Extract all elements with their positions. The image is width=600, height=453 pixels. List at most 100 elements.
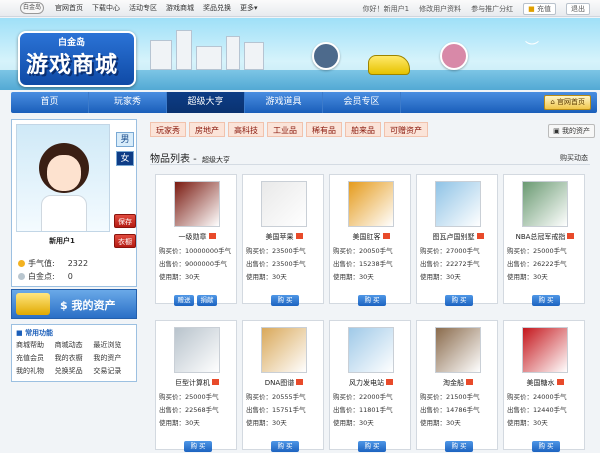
nav-game-items[interactable]: 游戏道具 bbox=[245, 92, 323, 113]
buy-button[interactable]: 购 买 bbox=[184, 441, 212, 452]
product-name[interactable]: NBA总冠军戒指 bbox=[504, 232, 586, 242]
product-name-text: NBA总冠军戒指 bbox=[515, 233, 566, 241]
product-card[interactable]: 美国苹果 购买价：23500手气 出售价：23500手气 使用期：30天购 买 bbox=[242, 174, 325, 306]
recharge-button[interactable]: ■ 充值 bbox=[523, 3, 556, 15]
product-image[interactable] bbox=[174, 327, 220, 373]
my-assets-button[interactable]: ▣ 我的资产 bbox=[548, 124, 595, 138]
topnav-events[interactable]: 活动专区 bbox=[129, 3, 157, 13]
product-name[interactable]: 美国肛客 bbox=[330, 232, 412, 242]
list-subtitle: 超级大亨 bbox=[201, 156, 230, 164]
product-name[interactable]: 美国苹果 bbox=[243, 232, 325, 242]
product-name[interactable]: DNA图谱 bbox=[243, 378, 325, 388]
sex-female-button[interactable]: 女 bbox=[116, 151, 134, 166]
mall-logo[interactable]: 白金岛 游戏商城 bbox=[18, 31, 136, 87]
building-decoration bbox=[244, 42, 264, 70]
function-link[interactable]: 我的衣橱 bbox=[55, 353, 94, 363]
product-period-row: 使用期：30天 bbox=[420, 417, 461, 427]
product-image[interactable] bbox=[348, 327, 394, 373]
buy-button[interactable]: 购 买 bbox=[445, 295, 473, 306]
category-tab[interactable]: 舶来品 bbox=[345, 122, 381, 137]
category-tab[interactable]: 玩家秀 bbox=[150, 122, 186, 137]
product-card[interactable]: 风力发电站 购买价：22000手气 出售价：11801手气 使用期：30天购 买 bbox=[329, 320, 412, 452]
function-link[interactable]: 我的资产 bbox=[93, 353, 132, 363]
badge-icon bbox=[212, 379, 219, 385]
category-tab[interactable]: 房地产 bbox=[189, 122, 225, 137]
product-buy-value: 25000手气 bbox=[185, 393, 219, 401]
product-period-value: 30天 bbox=[533, 419, 548, 427]
product-card[interactable]: 一级勋章 购买价：10000000手气 出售价：9000000手气 使用期：30天 赠送… bbox=[155, 174, 238, 306]
function-link[interactable]: 商城帮助 bbox=[16, 340, 55, 350]
product-card[interactable]: 巨型计算机 购买价：25000手气 出售价：22568手气 使用期：30天购 买 bbox=[155, 320, 238, 452]
badge-icon bbox=[295, 233, 303, 239]
nav-home[interactable]: 首页 bbox=[11, 92, 89, 113]
edit-profile-link[interactable]: 修改用户资料 bbox=[419, 4, 461, 14]
product-image[interactable] bbox=[522, 327, 568, 373]
product-card[interactable]: 图瓦卢国别墅 购买价：27000手气 出售价：22272手气 使用期：30天购 买 bbox=[416, 174, 499, 306]
buy-button[interactable]: 购 买 bbox=[532, 441, 560, 452]
product-name[interactable]: 一级勋章 bbox=[156, 232, 238, 242]
product-sell-label: 出售价： bbox=[420, 406, 446, 414]
sex-male-button[interactable]: 男 bbox=[116, 132, 134, 147]
site-logo[interactable]: 白金岛 bbox=[20, 2, 44, 14]
product-image[interactable] bbox=[435, 181, 481, 227]
product-image[interactable] bbox=[348, 181, 394, 227]
topnav-more[interactable]: 更多▾ bbox=[240, 3, 258, 13]
purchase-dynamics-link[interactable]: 购买动态 bbox=[560, 153, 588, 163]
product-card[interactable]: 淘金船 购买价：21500手气 出售价：14786手气 使用期：30天购 买 bbox=[416, 320, 499, 452]
function-link[interactable]: 交易记录 bbox=[93, 366, 132, 376]
handgas-stat: 手气值: 2322 bbox=[18, 258, 88, 269]
function-link[interactable]: 充值会员 bbox=[16, 353, 55, 363]
product-card[interactable]: 美国糖水 购买价：24000手气 出售价：12440手气 使用期：30天购 买 bbox=[503, 320, 586, 452]
product-name[interactable]: 图瓦卢国别墅 bbox=[417, 232, 499, 242]
product-name[interactable]: 风力发电站 bbox=[330, 378, 412, 388]
topnav-home[interactable]: 官网首页 bbox=[55, 3, 83, 13]
my-assets-banner-button[interactable]: $ 我的资产 bbox=[11, 289, 137, 319]
main-nav: 首页 玩家秀 超级大亨 游戏道具 会员专区 ⌂ 官网首页 bbox=[11, 92, 597, 113]
save-button[interactable]: 保存 bbox=[114, 214, 136, 228]
wardrobe-button[interactable]: 衣橱 bbox=[114, 234, 136, 248]
product-card[interactable]: 美国肛客 购买价：20050手气 出售价：15238手气 使用期：30天购 买 bbox=[329, 174, 412, 306]
product-sell-label: 出售价： bbox=[507, 406, 533, 414]
category-tab[interactable]: 工业品 bbox=[267, 122, 303, 137]
topnav-prizes[interactable]: 奖品兑换 bbox=[203, 3, 231, 13]
product-image[interactable] bbox=[261, 181, 307, 227]
product-name[interactable]: 美国糖水 bbox=[504, 378, 586, 388]
nav-player-show[interactable]: 玩家秀 bbox=[89, 92, 167, 113]
product-image[interactable] bbox=[261, 327, 307, 373]
nav-vip-zone[interactable]: 会员专区 bbox=[323, 92, 401, 113]
function-link[interactable]: 我的礼物 bbox=[16, 366, 55, 376]
promote-link[interactable]: 参与推广分红 bbox=[471, 4, 513, 14]
product-buy-label: 购买价： bbox=[420, 247, 446, 255]
topnav-mall[interactable]: 游戏商城 bbox=[166, 3, 194, 13]
product-sell-row: 出售价：22272手气 bbox=[420, 258, 480, 268]
functions-panel: ■ 常用功能 商城帮助 商城动态 最近浏览 充值会员 我的衣橱 我的资产 我的礼… bbox=[11, 324, 137, 382]
buy-button[interactable]: 购 买 bbox=[358, 441, 386, 452]
buy-button[interactable]: 购 买 bbox=[271, 295, 299, 306]
function-link[interactable]: 最近浏览 bbox=[93, 340, 132, 350]
product-image[interactable] bbox=[435, 327, 481, 373]
topnav-download[interactable]: 下载中心 bbox=[92, 3, 120, 13]
logout-button[interactable]: 退出 bbox=[566, 3, 590, 15]
category-tab[interactable]: 可赠资产 bbox=[384, 122, 428, 137]
badge-icon bbox=[386, 379, 393, 385]
category-tab[interactable]: 稀有品 bbox=[306, 122, 342, 137]
category-tab[interactable]: 高科技 bbox=[228, 122, 264, 137]
product-buy-value: 20050手气 bbox=[359, 247, 393, 255]
function-link[interactable]: 商城动态 bbox=[55, 340, 94, 350]
buy-button[interactable]: 购 买 bbox=[445, 441, 473, 452]
product-name[interactable]: 巨型计算机 bbox=[156, 378, 238, 388]
buy-button[interactable]: 购 买 bbox=[358, 295, 386, 306]
official-home-button[interactable]: ⌂ 官网首页 bbox=[544, 95, 591, 110]
product-image[interactable] bbox=[174, 181, 220, 227]
function-link[interactable]: 兑换奖品 bbox=[55, 366, 94, 376]
product-image[interactable] bbox=[522, 181, 568, 227]
product-card[interactable]: NBA总冠军戒指 购买价：25000手气 出售价：26222手气 使用期：30天购 买 bbox=[503, 174, 586, 306]
donate-button[interactable]: 捐献 bbox=[197, 295, 217, 306]
gift-button[interactable]: 赠送 bbox=[174, 295, 194, 306]
buy-button[interactable]: 购 买 bbox=[532, 295, 560, 306]
product-name[interactable]: 淘金船 bbox=[417, 378, 499, 388]
buy-button[interactable]: 购 买 bbox=[271, 441, 299, 452]
product-sell-row: 出售价：22568手气 bbox=[159, 404, 219, 414]
product-card[interactable]: DNA图谱 购买价：20555手气 出售价：15751手气 使用期：30天购 买 bbox=[242, 320, 325, 452]
nav-tycoon[interactable]: 超级大亨 bbox=[167, 92, 245, 113]
